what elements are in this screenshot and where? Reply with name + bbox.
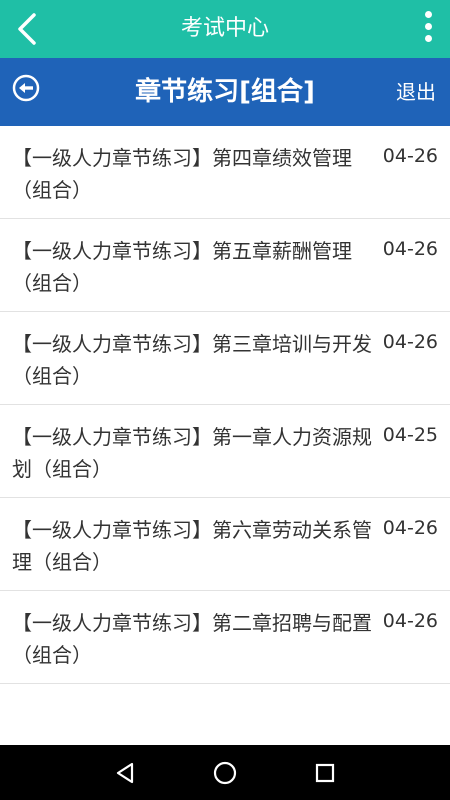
more-vertical-icon[interactable]	[420, 11, 436, 47]
exit-button[interactable]: 退出	[396, 76, 436, 105]
item-title: 【一级人力章节练习】第六章劳动关系管理（组合）	[12, 518, 372, 574]
square-recents-icon[interactable]	[310, 758, 340, 788]
item-date: 04-26	[382, 517, 438, 539]
item-title: 【一级人力章节练习】第五章薪酬管理（组合）	[12, 239, 352, 295]
item-title: 【一级人力章节练习】第四章绩效管理（组合）	[12, 146, 352, 202]
section-header: 章节练习[组合] 退出	[0, 58, 450, 126]
circle-home-icon[interactable]	[210, 758, 240, 788]
list-item[interactable]: 【一级人力章节练习】第六章劳动关系管理（组合） 04-26	[0, 498, 450, 591]
item-date: 04-25	[382, 424, 438, 446]
list-item[interactable]: 【一级人力章节练习】第三章培训与开发（组合） 04-26	[0, 312, 450, 405]
item-date: 04-26	[382, 331, 438, 353]
app-title: 考试中心	[180, 16, 269, 41]
list-item[interactable]: 【一级人力章节练习】第一章人力资源规划（组合） 04-25	[0, 405, 450, 498]
item-date: 04-26	[382, 238, 438, 260]
exercise-list: 【一级人力章节练习】第四章绩效管理（组合） 04-26 【一级人力章节练习】第五…	[0, 126, 450, 684]
item-title: 【一级人力章节练习】第二章招聘与配置（组合）	[12, 611, 372, 667]
item-title: 【一级人力章节练习】第三章培训与开发（组合）	[12, 332, 372, 388]
system-nav-bar	[0, 745, 450, 800]
item-title: 【一级人力章节练习】第一章人力资源规划（组合）	[12, 425, 372, 481]
list-item[interactable]: 【一级人力章节练习】第二章招聘与配置（组合） 04-26	[0, 591, 450, 684]
item-date: 04-26	[382, 145, 438, 167]
list-item[interactable]: 【一级人力章节练习】第四章绩效管理（组合） 04-26	[0, 126, 450, 219]
triangle-back-icon[interactable]	[110, 758, 140, 788]
item-date: 04-26	[382, 610, 438, 632]
list-item[interactable]: 【一级人力章节练习】第五章薪酬管理（组合） 04-26	[0, 219, 450, 312]
page-title: 章节练习[组合]	[135, 77, 315, 107]
app-bar: 考试中心	[0, 0, 450, 58]
